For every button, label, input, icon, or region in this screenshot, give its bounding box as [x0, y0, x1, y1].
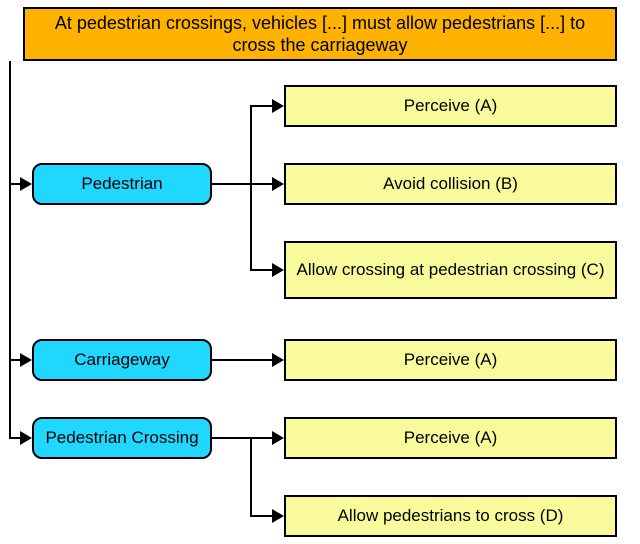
leaf-pedestrian-avoid: Avoid collision (B)	[284, 163, 617, 205]
ped-vert	[250, 105, 252, 271]
entity-pedestrian: Pedestrian	[32, 163, 212, 205]
ped-out	[212, 183, 252, 185]
entity-carriageway-label: Carriageway	[74, 349, 169, 370]
leaf-pedestrian-avoid-label: Avoid collision (B)	[383, 173, 518, 194]
leaf-carriageway-perceive: Perceive (A)	[284, 339, 617, 381]
leaf-pedestrian-perceive: Perceive (A)	[284, 85, 617, 127]
carr-out	[212, 359, 274, 361]
entity-pedestrian-label: Pedestrian	[81, 173, 162, 194]
carr-leaf-arrow	[272, 353, 284, 367]
arrow-to-carriageway	[20, 353, 32, 367]
leaf-carriageway-perceive-label: Perceive (A)	[404, 349, 498, 370]
pedcross-leafA-h	[250, 437, 274, 439]
ped-leafB-arrow	[272, 177, 284, 191]
leaf-pedestrian-perceive-label: Perceive (A)	[404, 95, 498, 116]
pedcross-out	[212, 437, 252, 439]
leaf-pedestrian-allow-label: Allow crossing at pedestrian crossing (C…	[296, 259, 604, 280]
entity-pedcross-label: Pedestrian Crossing	[45, 427, 198, 448]
pedcross-leafD-h	[250, 515, 274, 517]
entity-pedcross: Pedestrian Crossing	[32, 417, 212, 459]
title-text: At pedestrian crossings, vehicles [...] …	[33, 12, 607, 57]
ped-leafA-arrow	[272, 99, 284, 113]
leaf-pedcross-allow: Allow pedestrians to cross (D)	[284, 495, 617, 537]
leaf-pedcross-perceive: Perceive (A)	[284, 417, 617, 459]
ped-leafC-arrow	[272, 263, 284, 277]
trunk-line	[9, 61, 11, 438]
arrow-to-pedestrian	[20, 177, 32, 191]
entity-carriageway: Carriageway	[32, 339, 212, 381]
ped-leafA-h	[250, 105, 274, 107]
ped-leafB-h	[250, 183, 274, 185]
pedcross-leafA-arrow	[272, 431, 284, 445]
pedcross-leafD-arrow	[272, 509, 284, 523]
leaf-pedcross-perceive-label: Perceive (A)	[404, 427, 498, 448]
leaf-pedestrian-allow: Allow crossing at pedestrian crossing (C…	[284, 241, 617, 299]
ped-leafC-h	[250, 269, 274, 271]
leaf-pedcross-allow-label: Allow pedestrians to cross (D)	[338, 505, 564, 526]
title-box: At pedestrian crossings, vehicles [...] …	[23, 7, 617, 61]
pedcross-vert	[250, 437, 252, 516]
arrow-to-pedcross	[20, 431, 32, 445]
